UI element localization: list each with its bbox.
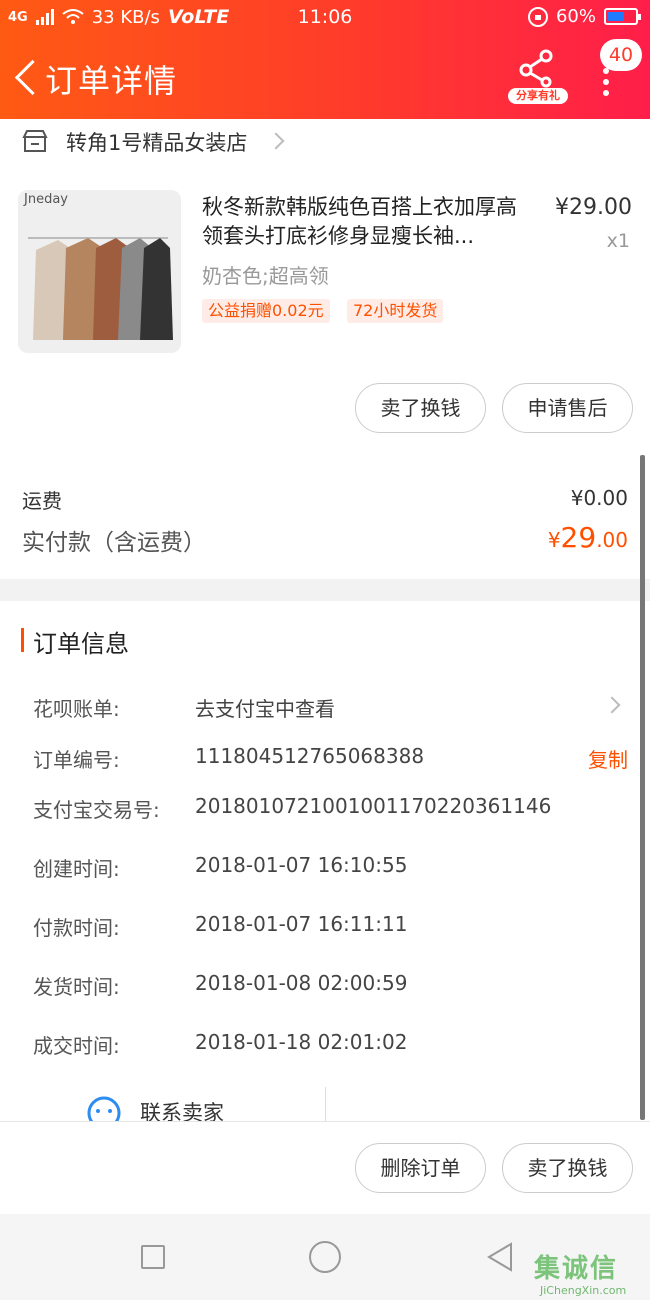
message-badge[interactable]: 40 xyxy=(600,39,642,71)
sell-for-cash-button[interactable]: 卖了换钱 xyxy=(355,383,486,433)
watermark-url: JiChengXin.com xyxy=(540,1284,627,1297)
huabei-label: 花呗账单: xyxy=(33,697,120,721)
shop-name: 转角1号精品女装店 xyxy=(66,131,248,155)
total-integer: 29 xyxy=(560,521,597,554)
product-image[interactable]: Jneday xyxy=(18,190,181,353)
product-card: 转角1号精品女装店 Jneday 秋冬新款韩版纯色百搭上衣加厚高领套头打底衫修身… xyxy=(0,119,650,455)
huabei-link[interactable]: 去支付宝中查看 xyxy=(195,693,335,722)
total-decimal: .00 xyxy=(596,528,628,552)
divider xyxy=(325,1087,326,1121)
watermark-logo: 集诚信 JiChengXin.com xyxy=(534,1248,646,1298)
total-label: 实付款（含运费） xyxy=(22,530,206,556)
product-photo xyxy=(18,190,181,353)
rotation-lock-icon xyxy=(527,6,548,27)
alipay-trade-label: 支付宝交易号: xyxy=(33,798,160,822)
store-icon xyxy=(22,130,48,152)
chat-icon xyxy=(87,1096,121,1121)
shop-row[interactable]: 转角1号精品女装店 xyxy=(0,119,650,165)
home-icon[interactable] xyxy=(309,1241,341,1273)
share-label: 分享有礼 xyxy=(508,88,568,104)
sell-for-cash-button[interactable]: 卖了换钱 xyxy=(502,1143,633,1193)
battery-icon xyxy=(604,8,641,25)
section-accent-bar xyxy=(21,628,24,652)
back-triangle-icon[interactable] xyxy=(485,1241,515,1273)
page-title: 订单详情 xyxy=(45,62,178,100)
watermark-text: 集诚信 xyxy=(534,1254,619,1284)
total-currency: ¥ xyxy=(547,528,561,552)
scrollbar[interactable] xyxy=(640,455,645,1120)
share-icon xyxy=(519,49,553,88)
completed-time-value: 2018-01-18 02:01:02 xyxy=(195,1030,408,1054)
alipay-trade-value: 2018010721001001170220361146 xyxy=(195,794,552,818)
product-sku: 奶杏色;超高领 xyxy=(202,264,329,288)
share-button[interactable]: 分享有礼 xyxy=(508,48,568,104)
header-bar: 4G 33 KB/s VoLTE 11:06 60% 订单详情 分享有礼 40 xyxy=(0,0,650,119)
created-time-value: 2018-01-07 16:10:55 xyxy=(195,853,408,877)
battery-percent: 60% xyxy=(555,6,596,27)
after-sales-button[interactable]: 申请售后 xyxy=(502,383,633,433)
product-price: ¥29.00 xyxy=(555,195,632,220)
total-value: ¥29.00 xyxy=(548,521,628,554)
order-number-value: 111804512765068388 xyxy=(195,744,425,768)
product-tag: 72小时发货 xyxy=(347,299,444,323)
more-dot xyxy=(603,79,609,85)
contact-seller-label: 联系卖家 xyxy=(140,1101,224,1121)
shipping-label: 运费 xyxy=(22,489,62,513)
order-number-label: 订单编号: xyxy=(33,748,120,772)
battery-fill xyxy=(608,12,624,21)
chevron-right-icon[interactable] xyxy=(603,696,621,714)
product-tag: 公益捐赠0.02元 xyxy=(202,299,330,323)
product-title[interactable]: 秋冬新款韩版纯色百搭上衣加厚高领套头打底衫修身显瘦长袖... xyxy=(202,193,532,251)
shipping-value: ¥0.00 xyxy=(570,486,628,510)
shipped-time-label: 发货时间: xyxy=(33,975,120,999)
paid-time-label: 付款时间: xyxy=(33,916,120,940)
completed-time-label: 成交时间: xyxy=(33,1034,120,1058)
status-bar: 4G 33 KB/s VoLTE 11:06 60% xyxy=(0,0,650,36)
chevron-right-icon xyxy=(267,132,285,150)
more-dot xyxy=(603,90,609,96)
order-info-section: 订单信息 花呗账单: 去支付宝中查看 订单编号: 111804512765068… xyxy=(0,601,650,1121)
paid-time-value: 2018-01-07 16:11:11 xyxy=(195,912,408,936)
payment-summary: 运费 ¥0.00 实付款（含运费） ¥29.00 xyxy=(0,455,650,579)
bottom-action-bar: 删除订单 卖了换钱 xyxy=(0,1121,650,1214)
shipped-time-value: 2018-01-08 02:00:59 xyxy=(195,971,408,995)
product-quantity: x1 xyxy=(606,230,630,252)
navbar: 订单详情 分享有礼 40 xyxy=(0,36,650,119)
chevron-left-icon[interactable] xyxy=(10,56,40,96)
copy-button[interactable]: 复制 xyxy=(588,744,628,773)
recent-apps-icon[interactable] xyxy=(141,1245,165,1269)
created-time-label: 创建时间: xyxy=(33,857,120,881)
delete-order-button[interactable]: 删除订单 xyxy=(355,1143,486,1193)
section-title: 订单信息 xyxy=(33,630,129,658)
product-image-caption: Jneday xyxy=(24,192,68,207)
status-right: 60% xyxy=(527,6,641,27)
